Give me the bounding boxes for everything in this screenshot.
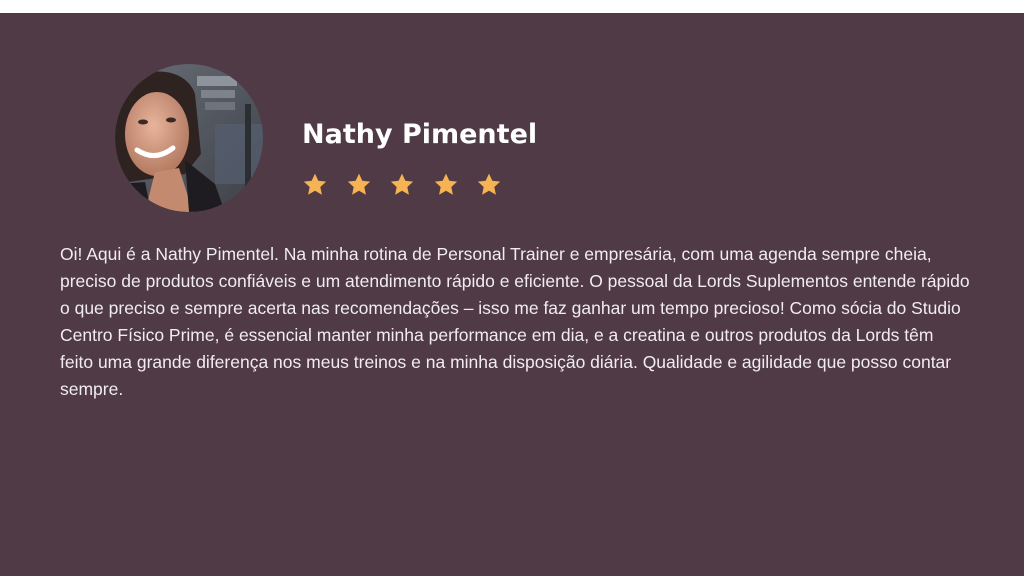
- top-strip: [0, 0, 1024, 13]
- rating-stars: [302, 172, 520, 200]
- star-icon: [476, 172, 502, 198]
- review-text: Oi! Aqui é a Nathy Pimentel. Na minha ro…: [60, 244, 970, 400]
- star-icon: [302, 172, 328, 198]
- star-icon: [433, 172, 459, 198]
- avatar: [115, 64, 263, 212]
- star-icon: [389, 172, 415, 198]
- reviewer-name: Nathy Pimentel: [302, 119, 538, 150]
- testimonial-card: Nathy Pimentel Oi! Aqui é a Nathy Piment…: [0, 13, 1024, 576]
- star-icon: [346, 172, 372, 198]
